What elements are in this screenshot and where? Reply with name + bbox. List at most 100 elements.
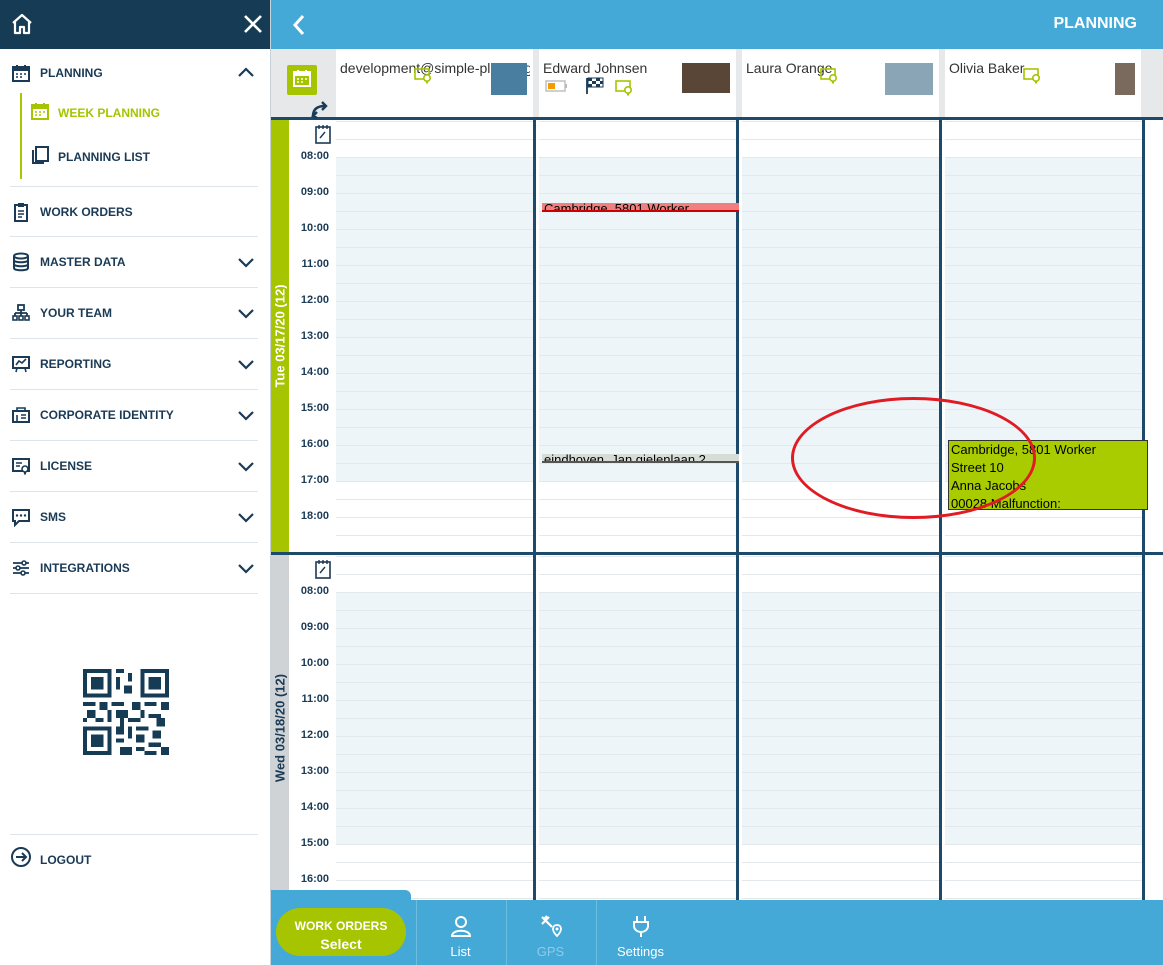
sidebar-item-sms[interactable]: SMS xyxy=(10,492,258,543)
half-hour-line xyxy=(539,682,736,683)
half-hour-line xyxy=(336,556,533,557)
chevron-down-icon[interactable] xyxy=(236,558,256,578)
chevron-down-icon[interactable] xyxy=(236,354,256,374)
half-hour-line xyxy=(539,790,736,791)
sidebar-item-your-team[interactable]: YOUR TEAM xyxy=(10,288,258,339)
time-label: 12:00 xyxy=(300,729,329,741)
half-hour-line xyxy=(539,718,736,719)
sidebar-item-label: REPORTING xyxy=(40,357,112,371)
day-label: Wed 03/18/20 (12) xyxy=(272,673,288,782)
calendar-icon xyxy=(10,62,32,84)
sidebar-item-work-orders[interactable]: WORK ORDERS xyxy=(10,186,258,237)
half-hour-line xyxy=(539,319,736,320)
work-orders-select-button[interactable]: WORK ORDERS Select xyxy=(276,908,406,956)
half-hour-line xyxy=(539,337,736,338)
day-employee-cell[interactable] xyxy=(742,555,942,900)
day-employee-cell[interactable] xyxy=(336,555,536,900)
half-hour-line xyxy=(945,193,1142,194)
chevron-up-icon[interactable] xyxy=(236,63,256,83)
half-hour-line xyxy=(336,157,533,158)
half-hour-line xyxy=(539,481,736,482)
sidebar-item-label: INTEGRATIONS xyxy=(40,561,130,575)
notes-icon[interactable] xyxy=(315,559,331,584)
day-employee-cell[interactable] xyxy=(336,120,536,552)
half-hour-line xyxy=(539,898,736,899)
time-label: 16:00 xyxy=(300,438,329,450)
sidebar-item-integrations[interactable]: INTEGRATIONS xyxy=(10,543,258,594)
half-hour-line xyxy=(539,373,736,374)
calendar-icon xyxy=(292,68,312,93)
sidebar-item-label: PLANNING xyxy=(40,66,103,80)
half-hour-line xyxy=(945,229,1142,230)
day-employee-cell[interactable] xyxy=(539,120,739,552)
half-hour-line xyxy=(539,193,736,194)
half-hour-line xyxy=(945,265,1142,266)
half-hour-line xyxy=(742,121,939,122)
home-icon[interactable] xyxy=(10,12,34,41)
employee-column-header[interactable]: Laura Orange xyxy=(742,49,942,117)
back-arrow-icon[interactable] xyxy=(291,13,307,42)
half-hour-line xyxy=(742,391,939,392)
half-hour-line xyxy=(336,337,533,338)
notes-icon[interactable] xyxy=(315,124,331,149)
list-tab[interactable]: List xyxy=(416,900,504,965)
sidebar-item-planning-list[interactable]: PLANNING LIST xyxy=(30,137,250,177)
chevron-down-icon[interactable] xyxy=(236,405,256,425)
half-hour-line xyxy=(945,700,1142,701)
chevron-down-icon[interactable] xyxy=(236,456,256,476)
half-hour-line xyxy=(539,427,736,428)
half-hour-line xyxy=(742,718,939,719)
half-hour-line xyxy=(945,121,1142,122)
employee-column-header[interactable]: Olivia Baker xyxy=(945,49,1144,117)
half-hour-line xyxy=(539,736,736,737)
close-icon[interactable] xyxy=(242,13,264,40)
gps-tab[interactable]: GPS xyxy=(506,900,594,965)
day-employee-cell[interactable] xyxy=(539,555,739,900)
half-hour-line xyxy=(742,301,939,302)
sidebar-item-license[interactable]: LICENSE xyxy=(10,441,258,492)
half-hour-line xyxy=(539,535,736,536)
half-hour-line xyxy=(336,574,533,575)
half-hour-line xyxy=(742,898,939,899)
submenu-indicator xyxy=(20,93,22,179)
half-hour-line xyxy=(945,574,1142,575)
half-hour-line xyxy=(336,211,533,212)
time-label: 08:00 xyxy=(300,585,329,597)
time-label: 15:00 xyxy=(300,402,329,414)
calendar-button[interactable] xyxy=(287,65,317,95)
half-hour-line xyxy=(539,265,736,266)
half-hour-line xyxy=(742,535,939,536)
employee-column-header[interactable]: development@simple-planning xyxy=(336,49,536,117)
settings-tab[interactable]: Settings xyxy=(596,900,684,965)
half-hour-line xyxy=(336,265,533,266)
half-hour-line xyxy=(336,301,533,302)
sidebar-item-master-data[interactable]: MASTER DATA xyxy=(10,237,258,288)
chevron-down-icon[interactable] xyxy=(236,507,256,527)
battery-icon xyxy=(545,79,569,98)
certificate-icon xyxy=(820,67,840,90)
sidebar-item-corporate-identity[interactable]: CORPORATE IDENTITY xyxy=(10,390,258,441)
logout-label: LOGOUT xyxy=(40,852,92,867)
settings-label: Settings xyxy=(617,944,664,959)
chevron-down-icon[interactable] xyxy=(236,303,256,323)
half-hour-line xyxy=(336,826,533,827)
work-order-event[interactable]: Cambridge, 5801 Worker xyxy=(542,203,739,212)
chevron-down-icon[interactable] xyxy=(236,252,256,272)
half-hour-line xyxy=(945,772,1142,773)
half-hour-line xyxy=(742,193,939,194)
half-hour-line xyxy=(539,628,736,629)
half-hour-line xyxy=(539,826,736,827)
sidebar-item-reporting[interactable]: REPORTING xyxy=(10,339,258,390)
half-hour-line xyxy=(742,862,939,863)
half-hour-line xyxy=(742,283,939,284)
employee-column-header[interactable]: Edward Johnsen xyxy=(539,49,739,117)
sidebar-item-planning[interactable]: PLANNING xyxy=(10,49,258,97)
day-employee-cell[interactable] xyxy=(945,555,1145,900)
day-label-bar: Tue 03/17/20 (12) xyxy=(271,120,289,552)
work-order-event[interactable]: eindhoven, Jan gielenlaan 2 xyxy=(542,454,739,463)
half-hour-line xyxy=(742,592,939,593)
logout-button[interactable]: LOGOUT xyxy=(10,834,258,884)
planning-grid: Tue 03/17/20 (12) 08:00 09:00 10:00 11:00 12… xyxy=(271,120,1163,900)
sidebar-item-week-planning[interactable]: WEEK PLANNING xyxy=(30,93,250,133)
half-hour-line xyxy=(336,718,533,719)
